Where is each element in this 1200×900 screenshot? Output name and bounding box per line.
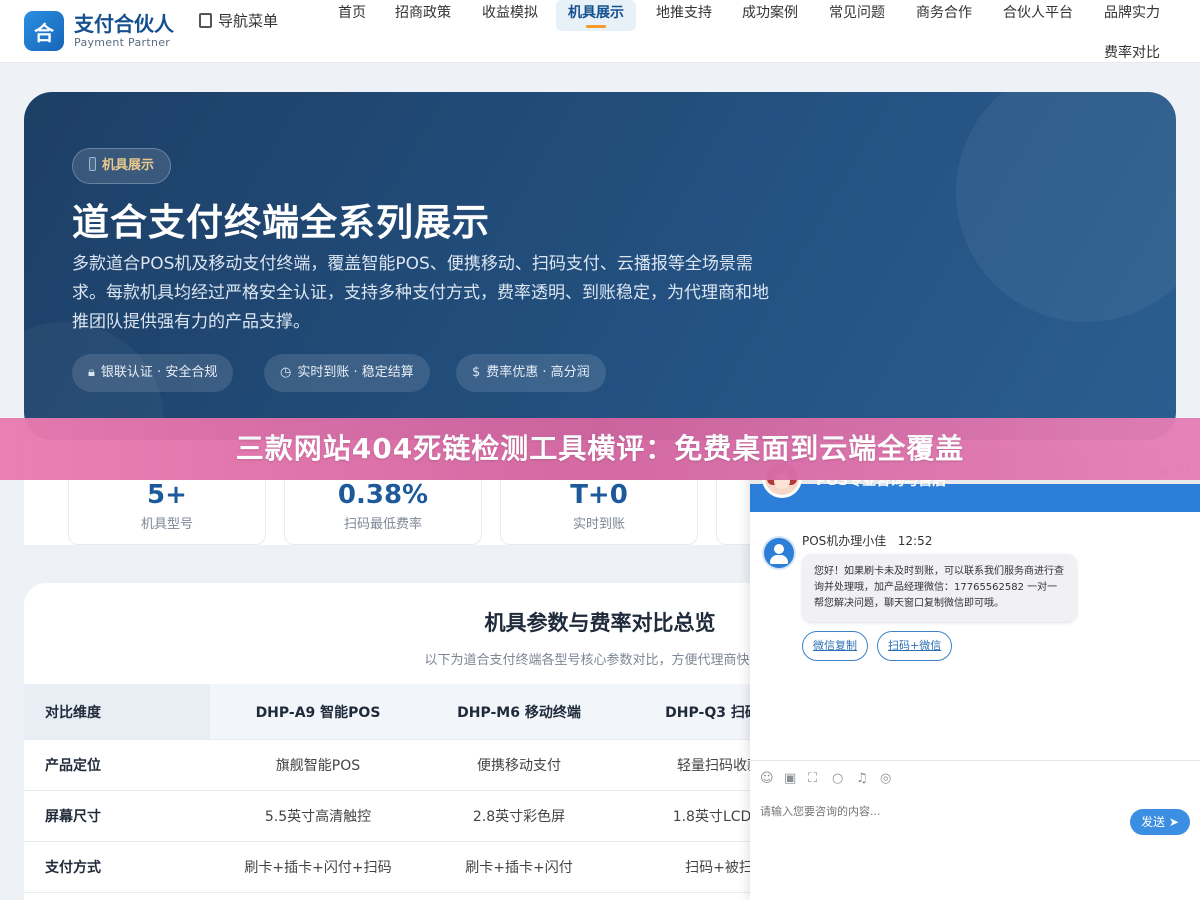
nav-cases[interactable]: 成功案例 bbox=[742, 2, 798, 32]
table-cell: 产品定位 bbox=[45, 758, 101, 774]
agent-avatar bbox=[762, 536, 796, 570]
stat-value: 5+ bbox=[147, 480, 187, 510]
image-icon[interactable]: ▣ bbox=[784, 771, 796, 786]
table-cell: 刷卡+插卡+闪付 bbox=[465, 860, 573, 876]
table-cell: 旗舰智能POS bbox=[275, 758, 361, 774]
chat-input[interactable] bbox=[760, 801, 1100, 821]
agent-name: POS机办理小佳 bbox=[802, 534, 887, 548]
nav-menu-toggle[interactable]: 导航菜单 bbox=[199, 8, 279, 34]
brand-logo[interactable]: 合 bbox=[24, 11, 64, 51]
brand-name: 支付合伙人 bbox=[74, 12, 174, 36]
dollar-icon: $ bbox=[472, 365, 481, 380]
table-cell: 2.8英寸彩色屏 bbox=[472, 809, 566, 825]
nav-home[interactable]: 首页 bbox=[338, 2, 366, 32]
chat-composer: ☺ ▣ ⛶ ○ ♫ ◎ 发送 ➤ bbox=[750, 760, 1200, 900]
nav-rate-compare[interactable]: 费率对比 bbox=[1104, 42, 1160, 72]
hero-description: 多款道合POS机及移动支付终端，覆盖智能POS、便携移动、扫码支付、云播报等全场… bbox=[72, 254, 769, 332]
stat-label: 机具型号 bbox=[140, 517, 193, 532]
chip-label: 银联认证 · 安全合规 bbox=[100, 365, 218, 380]
table-header-cell: DHP-A9 智能POS bbox=[255, 704, 381, 721]
hero-title: 道合支付终端全系列展示 bbox=[72, 201, 490, 244]
nav-income-sim[interactable]: 收益模拟 bbox=[482, 2, 538, 32]
nav-devices[interactable]: 机具展示 bbox=[556, 0, 636, 31]
brand-subtitle: Payment Partner bbox=[74, 36, 171, 49]
voice-icon[interactable]: ♫ bbox=[856, 771, 868, 786]
emoji-icon[interactable]: ☺ bbox=[760, 771, 774, 786]
hero-badge: 机具展示 bbox=[72, 148, 172, 184]
nav-policy[interactable]: 招商政策 bbox=[395, 2, 451, 32]
table-cell: 便携移动支付 bbox=[477, 758, 561, 774]
chip-label: 费率优惠 · 高分润 bbox=[486, 365, 590, 380]
send-button[interactable]: 发送 ➤ bbox=[1130, 809, 1190, 835]
stat-label: 实时到账 bbox=[572, 517, 625, 532]
device-icon bbox=[89, 157, 96, 171]
chat-widget: POS专业咨询与售后 POS机办理小佳 12:52 您好！如果刷卡未及时到账，可… bbox=[750, 450, 1200, 900]
stat-value: 0.38% bbox=[337, 480, 429, 510]
agent-meta: POS机办理小佳 12:52 bbox=[802, 532, 932, 549]
send-label: 发送 bbox=[1141, 815, 1166, 829]
table-header-cell: 对比维度 bbox=[24, 684, 210, 739]
shield-icon[interactable]: ○ bbox=[832, 771, 843, 786]
lock-icon: 🔒︎ bbox=[88, 365, 95, 380]
brand[interactable]: 支付合伙人 Payment Partner bbox=[74, 12, 174, 49]
screenshot-icon[interactable]: ⛶ bbox=[808, 771, 817, 786]
chat-message: 您好！如果刷卡未及时到账，可以联系我们服务商进行查询并处理哦，加产品经理微信：1… bbox=[802, 554, 1077, 622]
stat-label: 扫码最低费率 bbox=[343, 517, 422, 532]
table-cell: 支付方式 bbox=[45, 860, 101, 876]
hero-badge-label: 机具展示 bbox=[102, 158, 155, 173]
watermark-banner: 三款网站404死链检测工具横评：免费桌面到云端全覆盖 bbox=[0, 418, 1200, 480]
quick-reply-button[interactable]: 扫码+微信 bbox=[877, 631, 953, 661]
hero-chip: $ 费率优惠 · 高分润 bbox=[456, 354, 606, 392]
hero-decor-circle bbox=[956, 92, 1176, 322]
hero-chip: ◷ 实时到账 · 稳定结算 bbox=[264, 354, 430, 392]
site-header: 合 支付合伙人 Payment Partner 导航菜单 首页 招商政策 收益模… bbox=[0, 0, 1200, 63]
nav-partner-platform[interactable]: 合伙人平台 bbox=[1003, 2, 1073, 32]
nav-business[interactable]: 商务合作 bbox=[916, 2, 972, 32]
nav-brand-strength[interactable]: 品牌实力 bbox=[1104, 2, 1160, 32]
message-time: 12:52 bbox=[897, 534, 933, 548]
watermark-text: 三款网站404死链检测工具横评：免费桌面到云端全覆盖 bbox=[235, 432, 965, 465]
nav-menu-label: 导航菜单 bbox=[218, 12, 279, 30]
nav-faq[interactable]: 常见问题 bbox=[829, 2, 885, 32]
nav-ground-support[interactable]: 地推支持 bbox=[656, 2, 712, 32]
stat-value: T+0 bbox=[570, 480, 628, 510]
quick-reply-button[interactable]: 微信复制 bbox=[802, 631, 868, 661]
table-header-cell: DHP-M6 移动终端 bbox=[457, 704, 581, 721]
send-icon: ➤ bbox=[1168, 815, 1179, 829]
table-cell: 5.5英寸高清触控 bbox=[264, 809, 372, 825]
table-cell: 刷卡+插卡+闪付+扫码 bbox=[244, 860, 392, 876]
hero-chip: 🔒︎ 银联认证 · 安全合规 bbox=[72, 354, 234, 392]
chip-label: 实时到账 · 稳定结算 bbox=[297, 365, 414, 380]
menu-icon bbox=[199, 13, 212, 28]
clock-icon: ◷ bbox=[280, 365, 292, 380]
chat-bubbles-icon[interactable]: ◎ bbox=[880, 771, 891, 786]
table-cell: 屏幕尺寸 bbox=[45, 809, 101, 825]
hero-banner: 机具展示 道合支付终端全系列展示 多款道合POS机及移动支付终端，覆盖智能POS… bbox=[24, 92, 1176, 440]
